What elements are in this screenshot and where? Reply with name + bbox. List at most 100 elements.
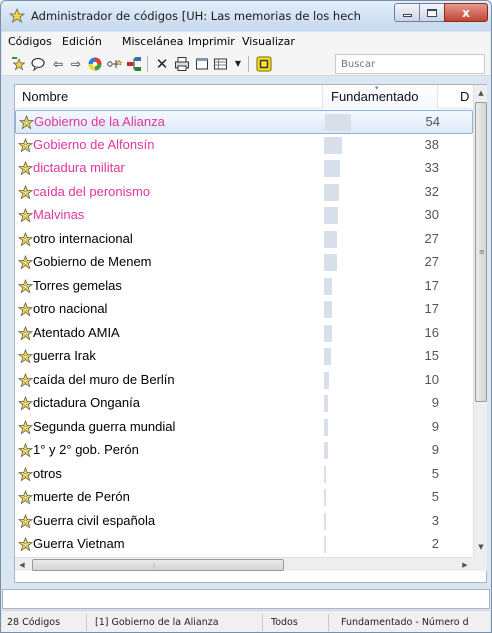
scroll-right-arrow-icon[interactable]: ▶: [458, 558, 472, 572]
code-name: Gobierno de Alfonsín: [33, 136, 155, 152]
code-name: otros: [33, 465, 62, 481]
list-item[interactable]: muerte de Perón 5: [15, 486, 473, 510]
code-name: otro internacional: [33, 230, 133, 246]
list-item[interactable]: dictadura militar 33: [15, 157, 473, 181]
code-name: Atentado AMIA: [33, 324, 120, 340]
grounded-bar: [324, 160, 340, 177]
list-header: Nombre ▾ Fundamentado D: [15, 85, 473, 109]
code-star-icon: [17, 184, 34, 200]
status-code-count: 28 Códigos: [7, 617, 61, 628]
grounded-count: 3: [431, 512, 439, 528]
column-header-fundamentado[interactable]: ▾ Fundamentado: [323, 85, 438, 109]
link-codes-icon[interactable]: [106, 56, 122, 72]
list-item[interactable]: otros 5: [15, 463, 473, 487]
horizontal-scrollbar[interactable]: ◀ ⦙ ▶: [15, 557, 473, 571]
code-name: dictadura Onganía: [33, 395, 140, 410]
grounded-bar: [324, 371, 329, 389]
vertical-scroll-thumb[interactable]: ≡: [475, 102, 487, 402]
status-selected-code: [1] Gobierno de la Alianza: [95, 617, 219, 628]
forward-arrow-icon[interactable]: ⇨: [68, 56, 84, 72]
code-name: Malvinas: [33, 207, 85, 222]
grounded-bar: [324, 136, 343, 154]
delete-icon[interactable]: ✕: [154, 56, 170, 72]
grounded-bar: [324, 536, 326, 553]
grounded-bar: [324, 512, 326, 530]
grounded-bar: [324, 418, 329, 436]
view-single-icon[interactable]: [194, 56, 210, 72]
code-star-icon: [17, 254, 34, 270]
list-item[interactable]: Guerra civil española 3: [15, 510, 473, 534]
list-item[interactable]: guerra Irak 15: [15, 345, 473, 369]
maximize-button[interactable]: [419, 3, 445, 22]
column-header-nombre[interactable]: Nombre: [15, 85, 323, 109]
list-item[interactable]: Torres gemelas 17: [15, 275, 473, 299]
code-name: caída del peronismo: [33, 183, 151, 199]
list-item[interactable]: Gobierno de la Alianza 54: [15, 110, 473, 134]
comment-input[interactable]: [2, 589, 490, 609]
grounded-count: 5: [431, 489, 439, 504]
list-item[interactable]: otro internacional 27: [15, 228, 473, 252]
grounded-count: 17: [424, 301, 439, 316]
list-item[interactable]: Guerra Vietnam 2: [15, 533, 473, 557]
grounded-bar: [324, 348, 332, 365]
horizontal-scroll-thumb[interactable]: ⦙: [32, 559, 284, 571]
minimize-icon: [402, 14, 412, 17]
code-star-icon: [17, 348, 34, 364]
toolbar-separator: [248, 56, 249, 72]
title-bar[interactable]: Administrador de códigos [UH: Las memori…: [1, 1, 491, 31]
list-item[interactable]: 1° y 2° gob. Perón 9: [15, 439, 473, 463]
filter-icon[interactable]: [256, 56, 272, 72]
status-separator: [328, 614, 329, 631]
grounded-count: 10: [424, 371, 439, 387]
scroll-down-arrow-icon[interactable]: ▼: [474, 539, 488, 555]
scroll-up-arrow-icon[interactable]: ▲: [474, 85, 488, 101]
grounded-count: 2: [431, 536, 439, 551]
code-name: Gobierno de la Alianza: [34, 114, 165, 129]
list-item[interactable]: dictadura Onganía 9: [15, 392, 473, 416]
menu-codigos[interactable]: Códigos: [8, 35, 52, 48]
menu-miscelanea[interactable]: Miscelánea: [122, 35, 183, 48]
code-star-icon: [17, 137, 34, 153]
menu-edicion[interactable]: Edición: [62, 35, 102, 48]
view-options-icon[interactable]: [213, 56, 229, 72]
close-button[interactable]: x: [444, 3, 488, 22]
code-star-icon: [17, 513, 34, 529]
grounded-bar: [324, 183, 340, 201]
code-name: Torres gemelas: [33, 277, 122, 293]
search-field[interactable]: [335, 54, 485, 74]
comment-icon[interactable]: [30, 56, 46, 72]
new-code-icon[interactable]: [11, 56, 27, 72]
column-header-d[interactable]: D: [438, 85, 473, 109]
print-icon[interactable]: [174, 56, 190, 72]
grounded-bar: [324, 395, 329, 412]
list-item[interactable]: Segunda guerra mundial 9: [15, 416, 473, 440]
window-title: Administrador de códigos [UH: Las memori…: [31, 9, 361, 23]
code-name: Guerra Vietnam: [33, 536, 125, 551]
grounded-count: 33: [424, 160, 439, 175]
list-item[interactable]: caída del peronismo 32: [15, 181, 473, 205]
code-star-icon: [17, 231, 34, 247]
minimize-button[interactable]: [394, 3, 420, 22]
status-sort: Fundamentado - Número d: [341, 617, 469, 628]
list-item[interactable]: Malvinas 30: [15, 204, 473, 228]
tree-network-icon[interactable]: [126, 56, 142, 72]
search-input[interactable]: [336, 55, 484, 73]
vertical-scrollbar[interactable]: ▲ ≡ ▼: [473, 85, 487, 557]
grounded-bar: [324, 489, 327, 506]
list-item[interactable]: Gobierno de Alfonsín 38: [15, 134, 473, 158]
menu-visualizar[interactable]: Visualizar: [242, 35, 295, 48]
color-wheel-icon[interactable]: [87, 56, 103, 72]
menu-imprimir[interactable]: Imprimir: [188, 35, 235, 48]
list-item[interactable]: Gobierno de Menem 27: [15, 251, 473, 275]
back-arrow-icon[interactable]: ⇦: [50, 56, 66, 72]
code-star-icon: [17, 489, 34, 505]
list-item[interactable]: otro nacional 17: [15, 298, 473, 322]
code-name: guerra Irak: [33, 348, 96, 363]
list-item[interactable]: Atentado AMIA 16: [15, 322, 473, 346]
grounded-bar: [324, 465, 327, 483]
code-star-icon: [17, 395, 34, 411]
dropdown-arrow-icon[interactable]: ▼: [230, 56, 246, 72]
list-item[interactable]: caída del muro de Berlín 10: [15, 369, 473, 393]
grip-icon: ≡: [479, 248, 485, 256]
scroll-left-arrow-icon[interactable]: ◀: [15, 558, 29, 572]
